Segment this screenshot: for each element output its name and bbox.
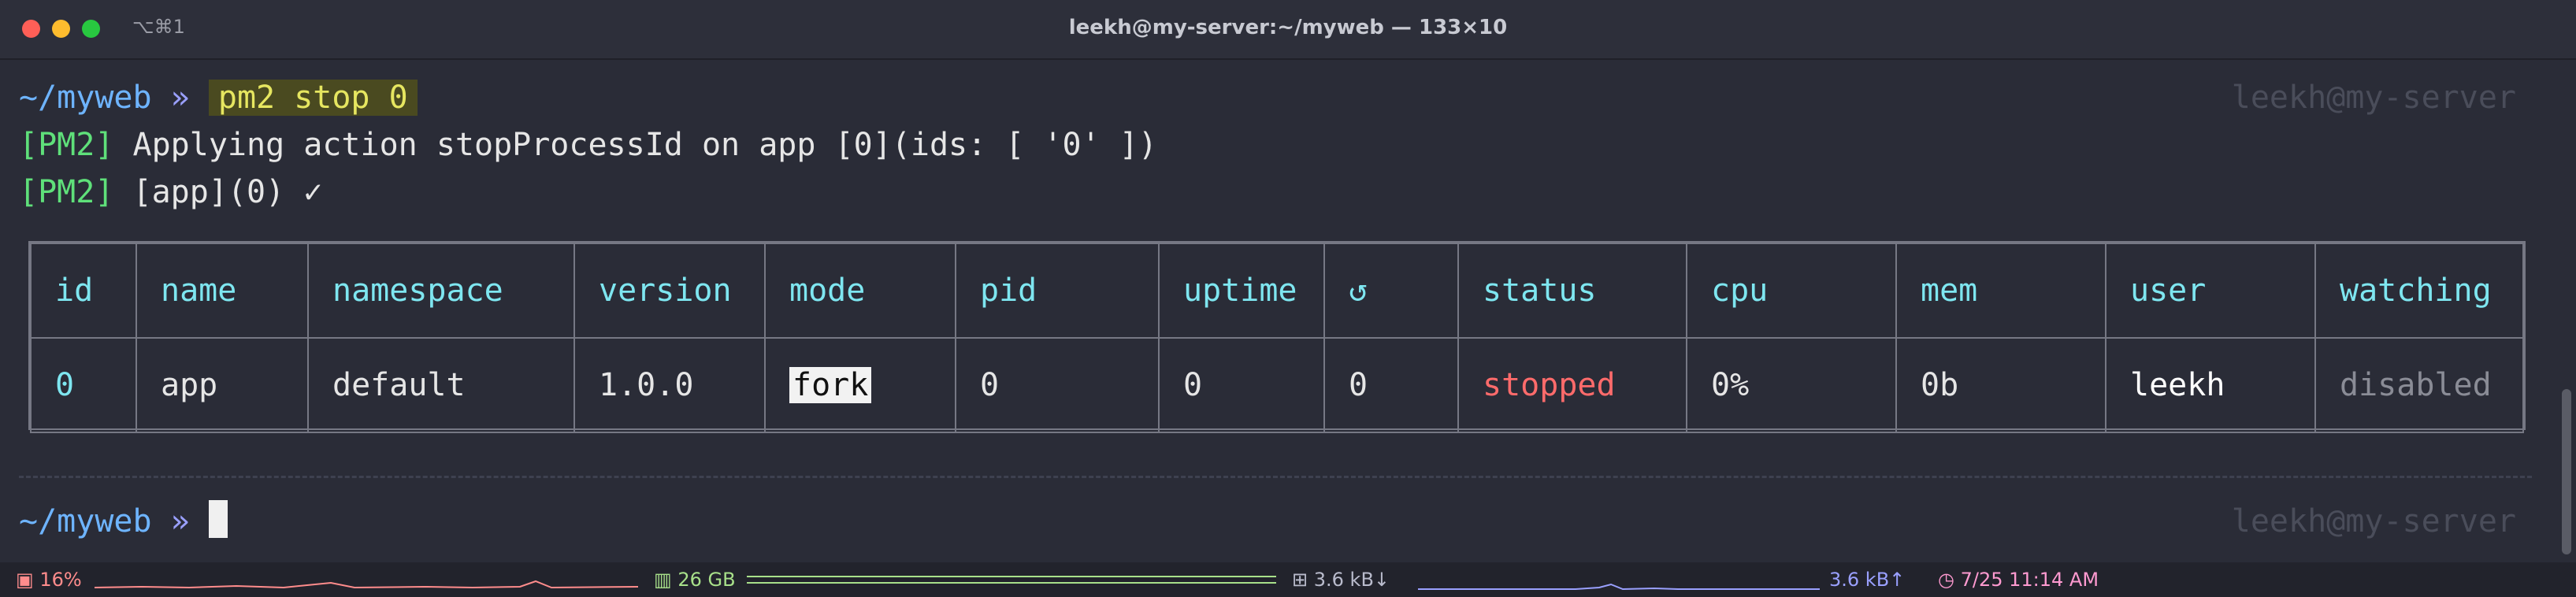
- cpu-sparkline: [95, 580, 638, 589]
- header-restarts: ↺: [1323, 243, 1459, 339]
- output-line-1: [PM2] Applying action stopProcessId on a…: [19, 123, 1157, 167]
- header-id: id: [30, 243, 137, 339]
- header-status: status: [1457, 243, 1687, 339]
- cell-mem: 0b: [1895, 337, 2106, 433]
- cell-watching: disabled: [2314, 337, 2524, 433]
- right-prompt: leekh@my-server: [2231, 80, 2516, 116]
- cell-cpu: 0%: [1686, 337, 1897, 433]
- table-header-row: id name namespace version mode pid uptim…: [30, 243, 2524, 339]
- prompt-arrow: »: [170, 503, 190, 540]
- cpu-icon: ▣: [16, 569, 34, 591]
- output-line-2: [PM2] [app](0) ✓: [19, 170, 322, 214]
- header-cpu: cpu: [1686, 243, 1897, 339]
- header-pid: pid: [955, 243, 1160, 339]
- network-up-value: 3.6 kB↑: [1829, 569, 1906, 591]
- network-down-value: 3.6 kB↓: [1313, 569, 1390, 591]
- scrollbar[interactable]: [2562, 389, 2571, 554]
- memory-sparkline: [747, 576, 1276, 584]
- terminal-content[interactable]: ~/myweb » pm2 stop 0 leekh@my-server [PM…: [0, 58, 2576, 562]
- cell-namespace: default: [307, 337, 575, 433]
- header-version: version: [573, 243, 766, 339]
- cell-mode: fork: [764, 337, 956, 433]
- network-upload-indicator: 3.6 kB↑: [1829, 569, 1905, 591]
- memory-icon: ▥: [654, 569, 672, 591]
- process-table: id name namespace version mode pid uptim…: [28, 241, 2526, 433]
- right-prompt: leekh@my-server: [2231, 503, 2516, 540]
- prompt-separator: [19, 476, 2532, 478]
- table-row: 0 app default 1.0.0 fork 0 0 0 stopped 0…: [30, 337, 2524, 433]
- cell-version: 1.0.0: [573, 337, 766, 433]
- mode-value: fork: [789, 367, 872, 403]
- title-bar: ⌥⌘1 leekh@my-server:~/myweb — 133×10: [0, 0, 2576, 60]
- status-bar: ▣ 16% ▥ 26 GB ⊞ 3.6 kB↓ 3.6 kB↑ ◷ 7/25 1…: [0, 562, 2576, 597]
- cpu-indicator: ▣ 16%: [16, 569, 82, 591]
- network-icon: ⊞: [1292, 569, 1308, 591]
- cpu-value: 16%: [39, 569, 82, 591]
- output-text: [app](0) ✓: [113, 174, 323, 210]
- cell-status: stopped: [1457, 337, 1687, 433]
- text-cursor: [208, 500, 228, 538]
- command-line: ~/myweb » pm2 stop 0: [19, 76, 418, 120]
- cell-uptime: 0: [1158, 337, 1325, 433]
- prompt-path: ~/myweb: [19, 80, 152, 116]
- clock-icon: ◷: [1938, 569, 1954, 591]
- datetime-value: 7/25 11:14 AM: [1960, 569, 2099, 591]
- clock-indicator: ◷ 7/25 11:14 AM: [1938, 569, 2099, 591]
- header-name: name: [135, 243, 309, 339]
- prompt-path: ~/myweb: [19, 503, 152, 540]
- network-sparkline: [1418, 583, 1820, 591]
- command-text: pm2 stop 0: [208, 80, 418, 116]
- header-user: user: [2105, 243, 2316, 339]
- header-watching: watching: [2314, 243, 2524, 339]
- memory-value: 26 GB: [677, 569, 736, 591]
- prompt-arrow: »: [170, 80, 190, 116]
- header-mode: mode: [764, 243, 956, 339]
- cell-pid: 0: [955, 337, 1160, 433]
- cell-user: leekh: [2105, 337, 2316, 433]
- header-mem: mem: [1895, 243, 2106, 339]
- cell-restarts: 0: [1323, 337, 1459, 433]
- pm2-tag: [PM2]: [19, 127, 114, 163]
- output-text: Applying action stopProcessId on app [0]…: [113, 127, 1157, 163]
- memory-indicator: ▥ 26 GB: [654, 569, 736, 591]
- cell-name: app: [135, 337, 309, 433]
- cell-id: 0: [30, 337, 137, 433]
- network-download-indicator: ⊞ 3.6 kB↓: [1292, 569, 1390, 591]
- pm2-tag: [PM2]: [19, 174, 114, 210]
- header-namespace: namespace: [307, 243, 575, 339]
- window-title: leekh@my-server:~/myweb — 133×10: [1068, 16, 1508, 39]
- input-line[interactable]: ~/myweb »: [19, 499, 228, 543]
- header-uptime: uptime: [1158, 243, 1325, 339]
